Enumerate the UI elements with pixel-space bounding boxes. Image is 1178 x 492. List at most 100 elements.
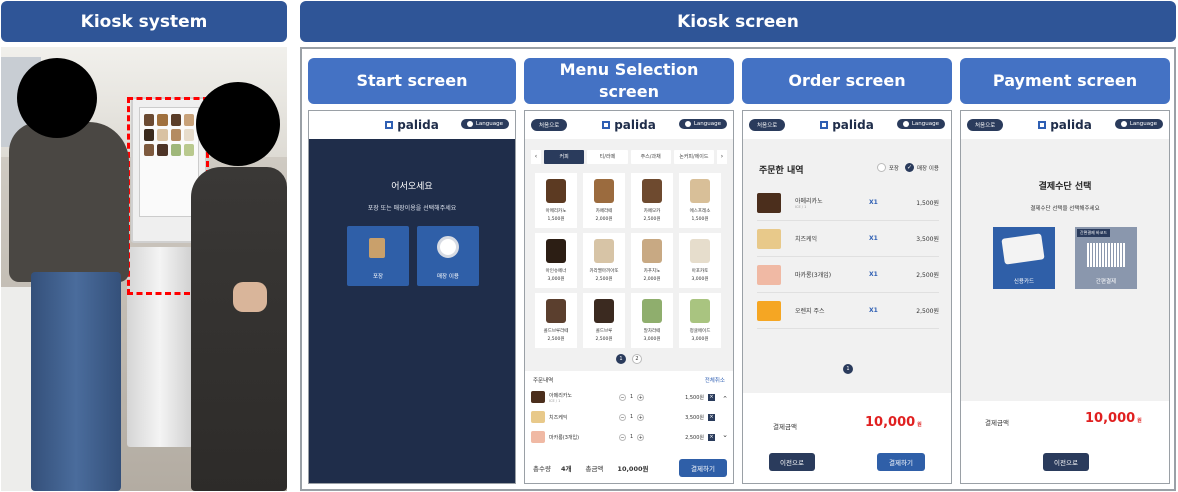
simple-pay-button[interactable]: 간편결제 바코드 간편결제 xyxy=(1075,227,1137,289)
tab-3[interactable]: 논커피/에이드 xyxy=(673,150,714,164)
page-2-dot[interactable]: 2 xyxy=(632,354,642,364)
dinein-radio-checked[interactable]: ✓ xyxy=(905,163,914,172)
menu-item-card[interactable]: 카푸치노 2,000원 xyxy=(631,233,673,288)
menu-item-price: 3,000원 xyxy=(691,277,709,282)
cart-panel: 주문내역 전체취소 아메리카노 ICE / 1−1 +1,500원 × 치즈케익 −1 +3… xyxy=(525,371,733,483)
logo-icon xyxy=(1038,121,1047,129)
cart-scroll-down[interactable]: ⌄ xyxy=(722,431,728,439)
home-button[interactable]: 처음으로 xyxy=(749,119,786,131)
order-body: 주문한 내역 포장 ✓ 매장 이용 아메리카노 ICE / 1 X1 1,500원 치즈… xyxy=(743,139,951,393)
cart-title: 주문내역 xyxy=(533,378,554,384)
menu-item-card[interactable]: 카페라떼 2,000원 xyxy=(583,173,625,228)
order-total: 10,000 원 xyxy=(865,415,922,430)
brand-logo: palida xyxy=(820,118,874,132)
language-button[interactable]: Language xyxy=(460,119,509,129)
cart-item-name: 마카롱(3개입) xyxy=(549,434,580,441)
payment-prev-button[interactable]: 이전으로 xyxy=(1043,453,1089,471)
brand-logo: palida xyxy=(602,118,656,132)
menu-item-card[interactable]: 청귤에이드 3,000원 xyxy=(679,293,721,348)
language-button[interactable]: Language xyxy=(678,119,727,129)
menu-item-price: 1,500원 xyxy=(691,217,709,222)
payment-subtitle: 결제수단 선택을 선택해주세요 xyxy=(1030,206,1100,212)
order-total-won: 원 xyxy=(917,422,922,428)
globe-icon xyxy=(902,121,909,127)
order-pay-button[interactable]: 결제하기 xyxy=(877,453,925,471)
order-item-thumb xyxy=(757,228,781,249)
credit-card-icon xyxy=(1001,233,1045,265)
qty-minus-button[interactable]: − xyxy=(619,393,626,401)
order-row: 치즈케익 X1 3,500원 xyxy=(757,221,939,257)
category-tabs: ‹ 커피 티/라떼 주스/과채 논커피/에이드 › xyxy=(531,149,727,165)
top-bar: palida Language xyxy=(309,111,515,139)
menu-item-image xyxy=(690,239,710,263)
order-item-thumb xyxy=(757,264,781,285)
order-total-value: 10,000 xyxy=(865,415,916,430)
home-button[interactable]: 처음으로 xyxy=(967,119,1004,131)
cart-item-thumb xyxy=(531,411,545,423)
language-button[interactable]: Language xyxy=(896,119,945,129)
face-blur-left xyxy=(17,58,97,138)
order-type-options: 포장 ✓ 매장 이용 xyxy=(876,163,939,172)
welcome-text: 어서오세요 xyxy=(391,182,433,192)
cart-clear-button[interactable]: 전체취소 xyxy=(705,376,725,384)
menu-grid: 아메리카노 1,500원 카페라떼 2,000원 카페모카 2,500원 에스프레소 1,50… xyxy=(535,173,725,348)
order-item-name-wrap: 마카롱(3개입) xyxy=(795,270,869,279)
cart-row: 치즈케익 −1 +3,500원 × xyxy=(531,407,727,427)
menu-item-price: 1,500원 xyxy=(547,217,565,222)
menu-item-name: 콜드브루 xyxy=(595,329,613,334)
menu-item-image xyxy=(546,239,566,263)
order-screen-title: Order screen xyxy=(742,58,952,104)
order-row: 아메리카노 ICE / 1 X1 1,500원 xyxy=(757,185,939,221)
order-page-dot[interactable]: 1 xyxy=(843,364,853,374)
menu-item-card[interactable]: 카라멜마끼아또 2,500원 xyxy=(583,233,625,288)
cart-item-price: 2,500원 xyxy=(685,434,704,441)
home-button[interactable]: 처음으로 xyxy=(531,119,568,131)
order-item-price: 3,500원 xyxy=(916,236,939,243)
takeout-button[interactable]: 포장 xyxy=(347,226,409,286)
menu-item-card[interactable]: 에스프레소 1,500원 xyxy=(679,173,721,228)
remove-item-icon[interactable]: × xyxy=(708,433,715,441)
menu-title-line2: screen xyxy=(599,82,659,101)
takeout-radio[interactable] xyxy=(876,163,886,172)
tab-1[interactable]: 티/라떼 xyxy=(587,150,628,164)
qty-plus-button[interactable]: + xyxy=(637,433,645,441)
qty-minus-button[interactable]: − xyxy=(619,433,626,441)
order-item-name-wrap: 아메리카노 ICE / 1 xyxy=(795,196,869,209)
payment-total-label: 결제금액 xyxy=(985,419,1009,427)
dinein-option-label: 매장 이용 xyxy=(917,165,939,172)
kiosk-screen-header: Kiosk screen xyxy=(300,1,1176,42)
menu-item-card[interactable]: 아인슈페너 3,000원 xyxy=(535,233,577,288)
remove-item-icon[interactable]: × xyxy=(708,393,715,401)
qty-plus-button[interactable]: + xyxy=(637,413,645,421)
tab-next-arrow[interactable]: › xyxy=(717,150,727,164)
order-item-qty: X1 xyxy=(869,235,878,242)
dinein-button[interactable]: 매장 이용 xyxy=(417,226,479,286)
cart-item-name-wrap: 마카롱(3개입) xyxy=(549,434,615,441)
menu-item-card[interactable]: 콜드브루라떼 2,500원 xyxy=(535,293,577,348)
page-1-dot[interactable]: 1 xyxy=(616,354,626,364)
menu-screen: 처음으로 palida Language ‹ 커피 티/라떼 주스/과채 논커피/에이… xyxy=(524,110,734,484)
tab-0[interactable]: 커피 xyxy=(544,150,585,164)
menu-item-name: 카페라떼 xyxy=(595,209,613,214)
order-item-name: 오렌지 주스 xyxy=(795,308,825,315)
menu-item-card[interactable]: 카페모카 2,500원 xyxy=(631,173,673,228)
cart-item-thumb xyxy=(531,431,545,443)
menu-item-card[interactable]: 아메리카노 1,500원 xyxy=(535,173,577,228)
payment-total-value: 10,000 xyxy=(1085,411,1136,426)
remove-item-icon[interactable]: × xyxy=(708,413,715,421)
menu-item-card[interactable]: 콜드브루 2,500원 xyxy=(583,293,625,348)
language-button[interactable]: Language xyxy=(1114,119,1163,129)
credit-card-button[interactable]: 신용카드 xyxy=(993,227,1055,289)
qty-minus-button[interactable]: − xyxy=(619,413,626,421)
menu-item-image xyxy=(594,299,614,323)
menu-item-card[interactable]: 말차라떼 3,000원 xyxy=(631,293,673,348)
tab-prev-arrow[interactable]: ‹ xyxy=(531,150,541,164)
menu-item-card[interactable]: 아포카토 3,000원 xyxy=(679,233,721,288)
menu-item-name: 아포카토 xyxy=(691,269,709,274)
tab-2[interactable]: 주스/과채 xyxy=(630,150,671,164)
order-prev-button[interactable]: 이전으로 xyxy=(769,453,815,471)
qty-plus-button[interactable]: + xyxy=(637,393,645,401)
cart-scroll-up[interactable]: ⌃ xyxy=(722,395,728,403)
brand-logo: palida xyxy=(1038,118,1092,132)
pay-button[interactable]: 결제하기 xyxy=(679,459,727,477)
